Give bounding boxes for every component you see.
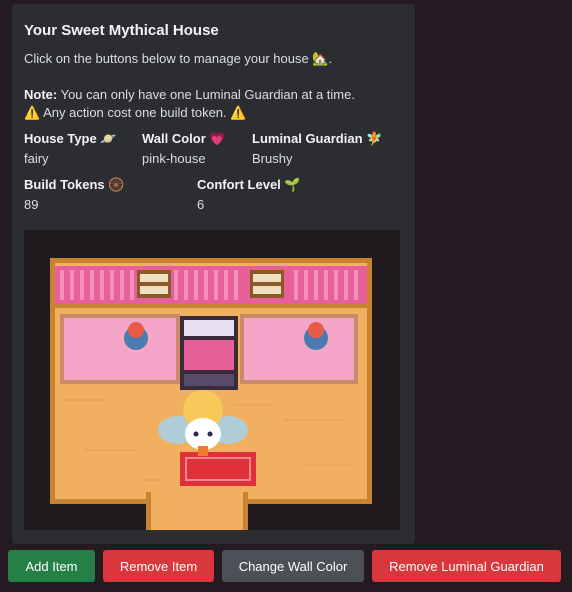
remove-luminal-guardian-button[interactable]: Remove Luminal Guardian (372, 550, 561, 582)
house-image (24, 230, 400, 530)
embed-description-line1: Click on the buttons below to manage you… (24, 51, 333, 67)
field-wall-color-value: pink-house (142, 151, 206, 166)
seedling-icon: 🌱 (284, 178, 301, 193)
ringed-planet-icon: 🪐 (100, 132, 117, 147)
warning-icon: ⚠️ (230, 106, 247, 121)
field-confort-level-name: Confort Level 🌱 (197, 177, 301, 193)
embed-title: Your Sweet Mythical House (24, 22, 219, 39)
remove-item-button[interactable]: Remove Item (103, 550, 214, 582)
fairy-icon: 🧚 (366, 132, 383, 147)
field-build-tokens-name: Build Tokens 🛞 (24, 177, 125, 193)
field-luminal-guardian-value: Brushy (252, 151, 293, 166)
field-build-tokens-value: 89 (24, 197, 39, 212)
embed-warning: ⚠️ Any action cost one build token. ⚠️ (24, 105, 247, 121)
field-wall-color-name: Wall Color 💗 (142, 131, 226, 147)
field-house-type-name: House Type 🪐 (24, 131, 117, 147)
wheel-icon: 🛞 (108, 178, 125, 193)
embed-note: Note: You can only have one Luminal Guar… (24, 87, 355, 102)
field-luminal-guardian-name: Luminal Guardian 🧚 (252, 131, 383, 147)
warning-icon: ⚠️ (24, 106, 41, 121)
house-emoji-icon: 🏡 (312, 52, 329, 67)
field-confort-level-value: 6 (197, 197, 205, 212)
house-embed: Your Sweet Mythical House Click on the b… (12, 4, 415, 544)
field-house-type-value: fairy (24, 151, 49, 166)
guardian-face (185, 418, 221, 450)
add-item-button[interactable]: Add Item (8, 550, 95, 582)
house-scene (24, 258, 400, 530)
change-wall-color-button[interactable]: Change Wall Color (222, 550, 364, 582)
doorway (146, 492, 248, 530)
heart-icon: 💗 (209, 132, 226, 147)
wall-trim (55, 304, 367, 308)
